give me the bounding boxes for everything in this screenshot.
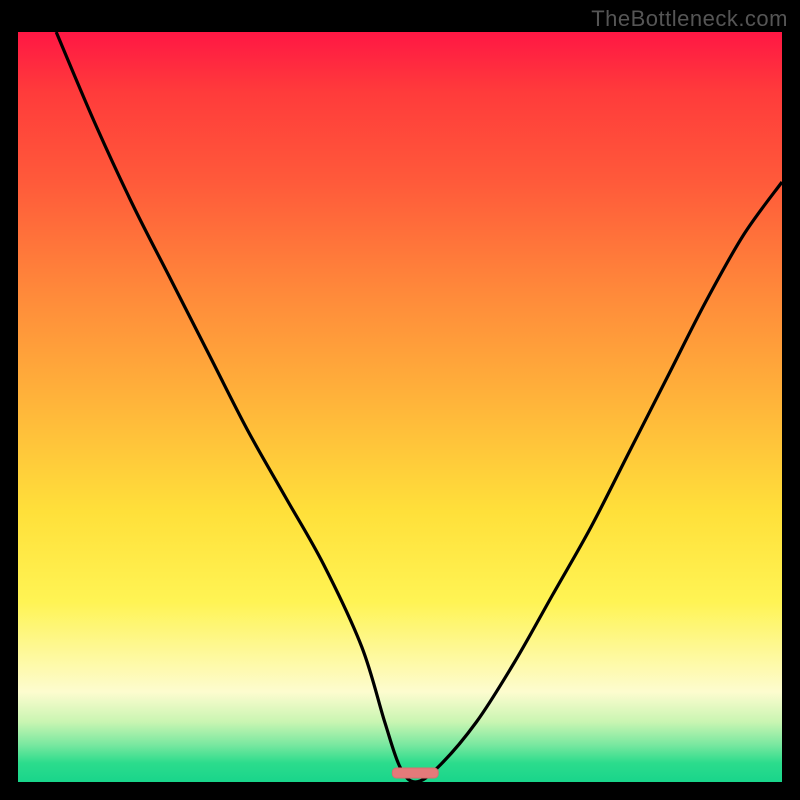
bottleneck-curve [56,32,782,782]
curve-svg [18,32,782,782]
chart-frame: TheBottleneck.com [0,0,800,800]
plot-area [18,32,782,782]
vertex-marker [392,768,438,778]
watermark-text: TheBottleneck.com [591,6,788,32]
